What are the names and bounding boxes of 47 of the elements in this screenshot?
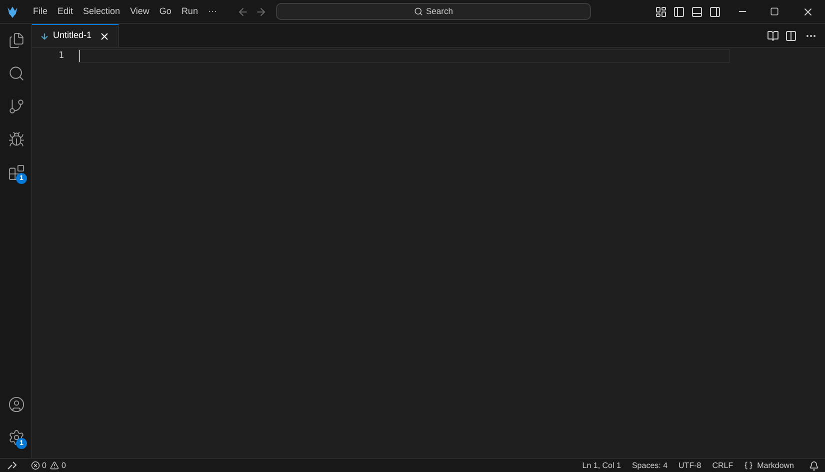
forward-icon[interactable] — [254, 6, 267, 18]
search-placeholder: Search — [426, 5, 453, 18]
menu-item[interactable]: ··· — [204, 4, 221, 18]
search-icon — [414, 7, 423, 16]
status-item[interactable]: CRLF — [712, 460, 734, 472]
panel-toggle-icon[interactable] — [691, 6, 703, 18]
menu-item[interactable]: Edit — [54, 4, 78, 18]
menu-item[interactable]: View — [126, 4, 154, 18]
maximize-icon[interactable] — [770, 7, 779, 16]
remote-icon[interactable] — [7, 461, 17, 470]
status-item[interactable]: Markdown — [744, 460, 794, 472]
search-field[interactable]: Search — [276, 3, 591, 20]
manage-icon[interactable] — [8, 429, 24, 446]
status-item[interactable]: Ln 1, Col 1 — [582, 460, 621, 472]
back-icon[interactable] — [236, 6, 249, 18]
line-number: 1 — [58, 50, 64, 63]
search-icon[interactable] — [8, 65, 24, 82]
app-logo-icon — [6, 5, 19, 18]
run-debug-icon[interactable] — [8, 131, 24, 148]
secondary-sidebar-icon[interactable] — [709, 6, 721, 18]
status-item[interactable]: UTF-8 — [678, 460, 702, 472]
sidebar-toggle-icon[interactable] — [673, 6, 685, 18]
close-icon[interactable] — [802, 6, 814, 18]
problems-status[interactable]: 0 0 — [31, 460, 66, 472]
notifications-icon[interactable] — [809, 460, 819, 470]
close-tab-icon[interactable] — [98, 30, 110, 42]
source-control-icon[interactable] — [8, 98, 24, 115]
tab-label: Untitled-1 — [53, 29, 92, 42]
warning-count: 0 — [61, 460, 66, 472]
accounts-icon[interactable] — [8, 396, 24, 413]
menu-item[interactable]: Run — [177, 4, 202, 18]
explorer-icon[interactable] — [8, 32, 24, 49]
menu-item[interactable]: Go — [155, 4, 176, 18]
language-icon — [744, 461, 754, 470]
menu-item[interactable]: Selection — [79, 4, 124, 18]
split-editor-icon[interactable] — [785, 30, 797, 42]
text-cursor — [79, 50, 80, 62]
status-item[interactable]: Spaces: 4 — [632, 460, 668, 472]
warning-icon — [50, 461, 60, 470]
layout-icon[interactable] — [655, 6, 667, 18]
editor-tab[interactable]: Untitled-1 — [32, 24, 119, 47]
menu-item[interactable]: File — [29, 4, 52, 18]
extensions-icon[interactable] — [8, 164, 24, 181]
error-count: 0 — [42, 460, 46, 472]
markdown-file-icon — [40, 32, 49, 40]
preview-icon[interactable] — [767, 30, 779, 42]
error-icon — [31, 461, 40, 470]
